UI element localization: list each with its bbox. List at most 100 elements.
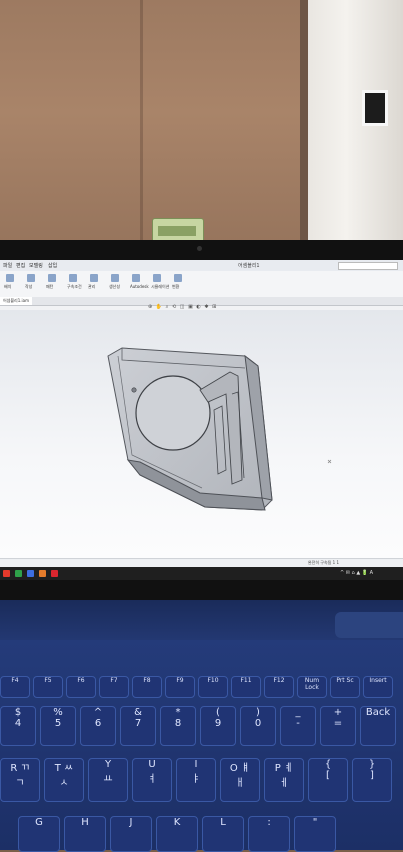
keyboard-key[interactable]: F8 bbox=[132, 676, 162, 698]
keyboard-key[interactable]: F6 bbox=[66, 676, 96, 698]
ribbon-label: 생산성 bbox=[109, 284, 121, 289]
3d-viewport[interactable]: ⊕ ✋ ⌕ ⟲ ◫ ▣ ◐ ✱ ⊞ bbox=[0, 304, 403, 558]
keyboard-key[interactable]: L bbox=[202, 816, 244, 852]
keyboard-key[interactable]: ^ 6 bbox=[80, 706, 116, 746]
door bbox=[308, 0, 403, 248]
ribbon-icon[interactable] bbox=[174, 274, 182, 282]
ribbon-label: 구속조건 bbox=[67, 284, 82, 289]
start-icon[interactable] bbox=[3, 570, 10, 577]
snack-label bbox=[158, 226, 196, 236]
ribbon-label: 시뮬레이션 bbox=[151, 284, 170, 289]
ribbon-icon[interactable] bbox=[90, 274, 98, 282]
keyboard-key[interactable]: Back bbox=[360, 706, 396, 746]
key-label: I bbox=[194, 759, 198, 770]
menu-insert[interactable]: 삽입 bbox=[48, 262, 57, 269]
key-label: Y bbox=[104, 759, 112, 770]
keyboard-key[interactable]: G bbox=[18, 816, 60, 852]
keyboard-key[interactable]: P ㅖㅔ bbox=[264, 758, 304, 802]
keyboard-key[interactable]: O ㅒㅐ bbox=[220, 758, 260, 802]
keyboard-key[interactable]: F12 bbox=[264, 676, 294, 698]
keyboard-key[interactable]: : bbox=[248, 816, 290, 852]
key-label: 9 bbox=[214, 718, 222, 729]
keyboard-key[interactable]: F9 bbox=[165, 676, 195, 698]
ribbon-icon[interactable] bbox=[132, 274, 140, 282]
ribbon-label: Autodesk bbox=[130, 284, 149, 289]
key-label: ( bbox=[216, 707, 220, 718]
keyboard-key[interactable]: Iㅑ bbox=[176, 758, 216, 802]
inventor-icon[interactable] bbox=[51, 570, 58, 577]
key-label: - bbox=[296, 718, 300, 729]
app-icon-orange[interactable] bbox=[39, 570, 46, 577]
keyboard-key[interactable]: F10 bbox=[198, 676, 228, 698]
ribbon-icon[interactable] bbox=[6, 274, 14, 282]
menu-edit[interactable]: 편집 bbox=[16, 262, 25, 269]
keyboard-key[interactable]: + = bbox=[320, 706, 356, 746]
menu-modeling[interactable]: 모델링 bbox=[29, 262, 43, 269]
key-label: F7 bbox=[110, 677, 118, 684]
key-label: " bbox=[312, 817, 318, 828]
part-mounting-hole bbox=[131, 387, 137, 393]
key-label: ^ bbox=[93, 707, 103, 718]
ribbon-label: 작성 bbox=[25, 284, 33, 289]
keyboard-key[interactable]: & 7 bbox=[120, 706, 156, 746]
key-label: * bbox=[175, 707, 181, 718]
keyboard-key[interactable]: {[ bbox=[308, 758, 348, 802]
ribbon-icon[interactable] bbox=[111, 274, 119, 282]
ribbon-icon[interactable] bbox=[27, 274, 35, 282]
keyboard-key[interactable]: }] bbox=[352, 758, 392, 802]
keyboard-key[interactable]: H bbox=[64, 816, 106, 852]
app-icon-blue[interactable] bbox=[27, 570, 34, 577]
system-tray[interactable]: ^ ✉ ⌂ ▲ 🔋 A bbox=[340, 570, 373, 576]
key-label: F6 bbox=[77, 677, 85, 684]
key-label: T ㅆ bbox=[54, 763, 74, 774]
ribbon-label: 관리 bbox=[88, 284, 96, 289]
status-text: 완전히 구속됨 1 1 bbox=[308, 560, 339, 565]
keyboard-key[interactable]: * 8 bbox=[160, 706, 196, 746]
keyboard-key[interactable]: F4 bbox=[0, 676, 30, 698]
key-label: Back bbox=[365, 707, 391, 718]
ribbon-icon[interactable] bbox=[153, 274, 161, 282]
key-label: P ㅖ bbox=[274, 763, 294, 774]
keyboard-key[interactable]: $4 bbox=[0, 706, 36, 746]
keyboard-key[interactable]: " bbox=[294, 816, 336, 852]
key-label: K bbox=[173, 817, 181, 828]
keyboard-key[interactable]: Num Lock bbox=[297, 676, 327, 698]
wall-intercom bbox=[362, 90, 388, 126]
key-label: ] bbox=[370, 770, 374, 781]
keyboard-key[interactable]: Uㅕ bbox=[132, 758, 172, 802]
search-input[interactable] bbox=[338, 262, 398, 270]
key-label: F9 bbox=[176, 677, 184, 684]
ribbon-icon[interactable] bbox=[69, 274, 77, 282]
keyboard-key[interactable]: R ㄲㄱ bbox=[0, 758, 40, 802]
ribbon: 배치 작성 패턴 구속조건 관리 생산성 Autodesk 시뮬레이션 변환 bbox=[0, 271, 403, 298]
key-label: G bbox=[35, 817, 43, 828]
keyboard-key[interactable]: _ - bbox=[280, 706, 316, 746]
ribbon-icon[interactable] bbox=[48, 274, 56, 282]
key-label: } bbox=[368, 759, 376, 770]
tab-assembly[interactable]: 어셈블리1.iam bbox=[0, 297, 32, 305]
3d-part-model[interactable] bbox=[0, 310, 403, 558]
keyboard-key[interactable]: J bbox=[110, 816, 152, 852]
key-label: ㅔ bbox=[279, 778, 289, 789]
keyboard-key[interactable]: % 5 bbox=[40, 706, 76, 746]
key-label: & bbox=[134, 707, 142, 718]
key-label: { bbox=[324, 759, 332, 770]
keyboard-key[interactable]: F5 bbox=[33, 676, 63, 698]
menu-file[interactable]: 파일 bbox=[3, 262, 12, 269]
keyboard-key[interactable]: ) 0 bbox=[240, 706, 276, 746]
key-label: ㅑ bbox=[191, 774, 201, 785]
view-toolbar[interactable]: ⊕ ✋ ⌕ ⟲ ◫ ▣ ◐ ✱ ⊞ bbox=[148, 304, 243, 310]
ribbon-label: 패턴 bbox=[46, 284, 54, 289]
keyboard-key[interactable]: Insert bbox=[363, 676, 393, 698]
webcam bbox=[197, 246, 202, 251]
keyboard-key[interactable]: K bbox=[156, 816, 198, 852]
keyboard-key[interactable]: Yㅛ bbox=[88, 758, 128, 802]
keyboard-key[interactable]: T ㅆㅅ bbox=[44, 758, 84, 802]
app-icon-green[interactable] bbox=[15, 570, 22, 577]
key-label: H bbox=[81, 817, 89, 828]
keyboard-key[interactable]: F7 bbox=[99, 676, 129, 698]
keyboard-key[interactable]: Prt Sc bbox=[330, 676, 360, 698]
key-label: Num Lock bbox=[304, 677, 320, 691]
keyboard-key[interactable]: (9 bbox=[200, 706, 236, 746]
keyboard-key[interactable]: F11 bbox=[231, 676, 261, 698]
